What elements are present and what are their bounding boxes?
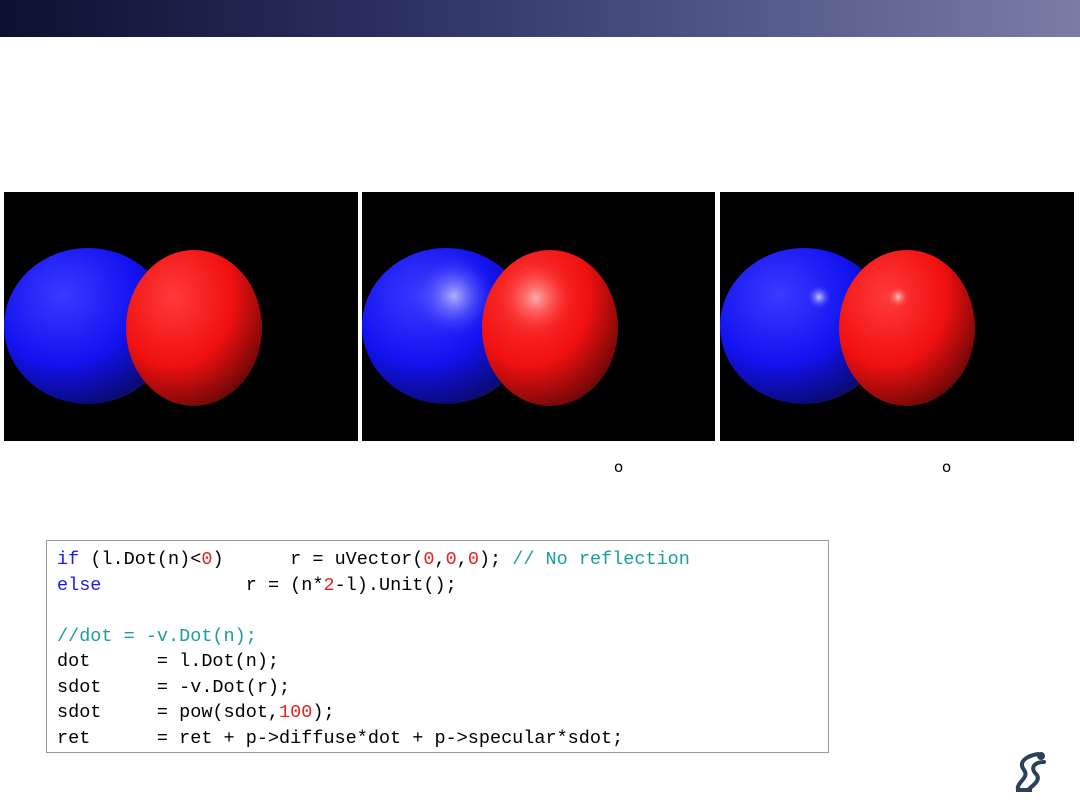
spheres-diffuse-image: [4, 248, 262, 406]
code-line-1: if (l.Dot(n)<0) r = uVector(0,0,0); // N…: [57, 547, 828, 573]
render-specular-sharp: [720, 192, 1074, 441]
code-text: -l).Unit();: [334, 574, 457, 596]
render-diffuse: [4, 192, 358, 441]
code-line-4: dot = l.Dot(n);: [57, 651, 280, 672]
code-text: ) r = uVector(: [212, 549, 424, 570]
code-line-6: sdot = pow(sdot,100);: [57, 700, 828, 726]
code-snippet: if (l.Dot(n)<0) r = uVector(0,0,0); // N…: [46, 540, 829, 753]
code-line-3: //dot = -v.Dot(n);: [57, 624, 828, 650]
spheres-specular-sharp-image: [720, 248, 975, 406]
robot-arm-logo-icon: [1008, 748, 1052, 794]
code-text: sdot = pow(sdot,: [57, 702, 280, 723]
title-bar: [0, 0, 1080, 37]
code-number: 0: [423, 549, 435, 570]
code-line-2: else r = (n*2-l).Unit();: [57, 573, 828, 599]
render-specular-broad: [362, 192, 715, 441]
code-number: 0: [201, 549, 213, 570]
code-comment: // No reflection: [512, 549, 690, 570]
spheres-specular-broad-image: [362, 248, 618, 406]
code-number: 100: [279, 702, 313, 723]
code-text: ,: [434, 549, 446, 570]
degree-mark-2: o: [942, 458, 952, 476]
code-number: 0: [467, 549, 479, 570]
code-line-5: sdot = -v.Dot(r);: [57, 676, 291, 698]
code-text: r = (n*: [101, 574, 324, 596]
code-text: );: [312, 702, 335, 723]
code-line-7: ret = ret + p->diffuse*dot + p->specular…: [57, 727, 624, 749]
degree-mark-1: o: [614, 458, 624, 476]
code-text: ,: [456, 549, 468, 570]
code-number: 2: [323, 574, 335, 596]
code-text: );: [478, 549, 513, 570]
code-comment: //dot = -v.Dot(n);: [57, 625, 257, 647]
code-number: 0: [445, 549, 457, 570]
code-text: (l.Dot(n)<: [79, 549, 202, 570]
code-keyword: if: [57, 549, 80, 570]
code-keyword: else: [57, 574, 102, 596]
